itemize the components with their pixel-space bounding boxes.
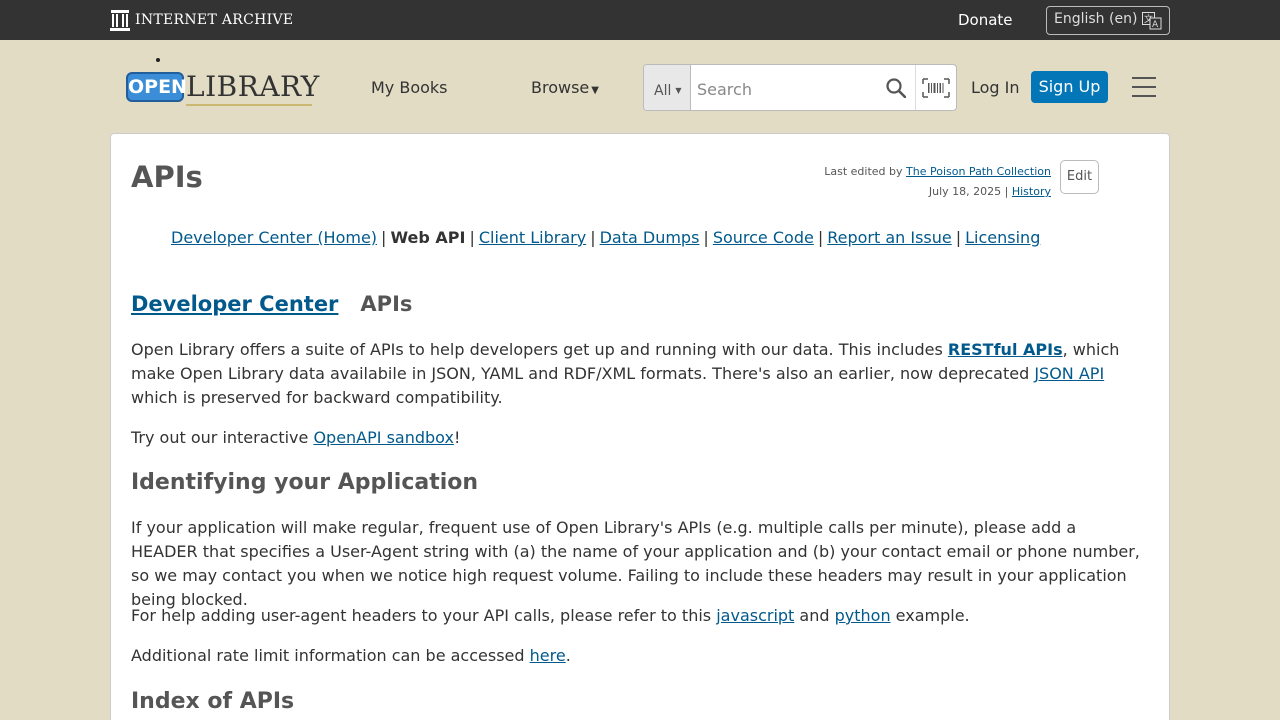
edit-date: July 18, 2025 xyxy=(928,185,1002,198)
sandbox-paragraph: Try out our interactive OpenAPI sandbox! xyxy=(131,426,1141,450)
tab-apis-current: APIs xyxy=(360,292,413,316)
svg-text:A: A xyxy=(1152,20,1159,30)
openapi-sandbox-link[interactable]: OpenAPI sandbox xyxy=(313,428,454,447)
internet-archive-logo[interactable]: INTERNET ARCHIVE xyxy=(110,8,293,32)
hamburger-line xyxy=(1132,95,1156,97)
search-scope-select[interactable]: All ▼ xyxy=(644,65,691,110)
search-bar: All ▼ xyxy=(643,64,957,111)
logo-dot xyxy=(156,58,160,62)
headers-help-paragraph: For help adding user-agent headers to yo… xyxy=(131,604,1141,628)
ia-top-bar: INTERNET ARCHIVE Donate English (en) 文 A xyxy=(0,0,1280,40)
language-selector[interactable]: English (en) 文 A xyxy=(1046,6,1170,35)
text: and xyxy=(794,606,835,625)
hamburger-line xyxy=(1132,86,1156,88)
history-link[interactable]: History xyxy=(1012,185,1051,198)
hamburger-menu-icon[interactable] xyxy=(1132,77,1156,97)
javascript-link[interactable]: javascript xyxy=(716,606,794,625)
browse-label: Browse xyxy=(531,78,590,97)
archive-building-icon xyxy=(110,10,130,31)
barcode-icon xyxy=(922,78,950,98)
translate-icon: 文 A xyxy=(1142,12,1162,30)
donate-link[interactable]: Donate xyxy=(958,11,1013,29)
devnav-current: Web API xyxy=(390,228,466,247)
text: . xyxy=(565,646,571,665)
search-scope-label: All xyxy=(654,83,672,99)
text: example. xyxy=(890,606,970,625)
hamburger-line xyxy=(1132,77,1156,79)
python-link[interactable]: python xyxy=(835,606,891,625)
text: which is preserved for backward compatib… xyxy=(131,388,503,407)
page-title: APIs xyxy=(131,160,203,194)
signup-button[interactable]: Sign Up xyxy=(1031,71,1108,103)
last-edited-by-link[interactable]: The Poison Path Collection xyxy=(906,165,1051,178)
last-edited-prefix: Last edited by xyxy=(824,165,907,178)
intro-paragraph: Open Library offers a suite of APIs to h… xyxy=(131,338,1141,410)
identifying-paragraph: If your application will make regular, f… xyxy=(131,518,1140,609)
chevron-down-icon: ▼ xyxy=(675,86,682,95)
ia-logo-text: INTERNET ARCHIVE xyxy=(135,12,294,28)
tab-developer-center[interactable]: Developer Center xyxy=(131,292,338,316)
content-card: APIs Last edited by The Poison Path Coll… xyxy=(110,133,1170,720)
search-icon[interactable] xyxy=(886,78,906,98)
open-library-logo[interactable]: OPEN LIBRARY xyxy=(126,58,319,108)
text: ! xyxy=(453,428,461,447)
chevron-down-icon: ▼ xyxy=(591,85,599,96)
search-input[interactable] xyxy=(697,77,877,101)
text: Try out our interactive xyxy=(131,428,314,447)
logo-open-badge: OPEN xyxy=(126,72,187,102)
logo-underline xyxy=(186,104,312,106)
devnav-licensing-link[interactable]: Licensing xyxy=(965,228,1040,247)
identifying-heading: Identifying your Application xyxy=(131,470,479,495)
restful-apis-link[interactable]: RESTful APIs xyxy=(948,340,1063,359)
devnav-home-link[interactable]: Developer Center (Home) xyxy=(171,228,377,247)
logo-library-text: LIBRARY xyxy=(186,70,320,103)
json-api-link[interactable]: JSON API xyxy=(1034,364,1104,383)
devnav-client-library-link[interactable]: Client Library xyxy=(479,228,586,247)
devnav-source-code-link[interactable]: Source Code xyxy=(713,228,814,247)
text: For help adding user-agent headers to yo… xyxy=(131,606,717,625)
devnav-data-dumps-link[interactable]: Data Dumps xyxy=(600,228,700,247)
section-tabs: Developer Center APIs xyxy=(131,292,412,316)
text: Additional rate limit information can be… xyxy=(131,646,530,665)
nav-browse-menu[interactable]: Browse ▼ xyxy=(531,78,599,97)
devnav-report-issue-link[interactable]: Report an Issue xyxy=(827,228,952,247)
index-of-apis-heading: Index of APIs xyxy=(131,689,295,714)
text: Open Library offers a suite of APIs to h… xyxy=(131,340,948,359)
barcode-scanner-button[interactable] xyxy=(915,65,957,110)
rate-limit-paragraph: Additional rate limit information can be… xyxy=(131,644,1141,668)
nav-my-books[interactable]: My Books xyxy=(371,78,448,97)
edit-metadata: Last edited by The Poison Path Collectio… xyxy=(824,165,1051,198)
rate-limit-here-link[interactable]: here xyxy=(530,646,566,665)
login-link[interactable]: Log In xyxy=(971,78,1020,97)
edit-button[interactable]: Edit xyxy=(1060,160,1099,194)
developer-nav: Developer Center (Home) | Web API | Client L… xyxy=(171,228,1041,247)
language-label: English (en) xyxy=(1054,11,1138,27)
